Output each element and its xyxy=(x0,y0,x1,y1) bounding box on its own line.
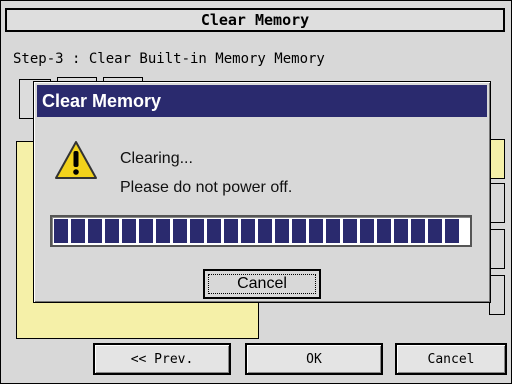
progress-segment xyxy=(258,219,272,243)
right-option-box xyxy=(489,229,505,269)
progress-segment xyxy=(105,219,119,243)
progress-segment xyxy=(309,219,323,243)
progress-segment xyxy=(445,219,459,243)
progress-segment xyxy=(377,219,391,243)
dialog-cancel-button[interactable]: Cancel xyxy=(203,269,321,299)
progress-segment xyxy=(411,219,425,243)
progress-bar xyxy=(50,215,472,247)
step-label: Step-3 : Clear Built-in Memory Memory xyxy=(13,51,325,67)
progress-segment xyxy=(207,219,221,243)
progress-segment xyxy=(394,219,408,243)
dialog-title: Clear Memory xyxy=(37,85,487,117)
warning-icon xyxy=(55,141,97,179)
ok-button[interactable]: OK xyxy=(245,343,383,375)
right-option-box xyxy=(489,275,505,315)
message-clearing: Clearing... xyxy=(120,150,193,167)
progress-segment xyxy=(88,219,102,243)
progress-segment xyxy=(122,219,136,243)
progress-segment xyxy=(156,219,170,243)
message-power-warning: Please do not power off. xyxy=(120,179,293,196)
progress-segment xyxy=(54,219,68,243)
focus-ring xyxy=(208,274,316,294)
cancel-button[interactable]: Cancel xyxy=(395,343,507,375)
progress-segment xyxy=(139,219,153,243)
progress-segment xyxy=(173,219,187,243)
panel-screen: Clear Memory Step-3 : Clear Built-in Mem… xyxy=(0,0,512,384)
progress-segment xyxy=(190,219,204,243)
progress-fill xyxy=(54,219,468,243)
progress-segment xyxy=(326,219,340,243)
progress-segment xyxy=(292,219,306,243)
clear-memory-dialog: Clear Memory Clearing... Please do not p… xyxy=(33,81,491,303)
progress-segment xyxy=(275,219,289,243)
progress-segment xyxy=(360,219,374,243)
progress-segment xyxy=(224,219,238,243)
progress-segment xyxy=(343,219,357,243)
progress-segment xyxy=(71,219,85,243)
prev-button[interactable]: << Prev. xyxy=(93,343,231,375)
screen-title: Clear Memory xyxy=(5,8,505,32)
progress-segment xyxy=(428,219,442,243)
progress-segment xyxy=(241,219,255,243)
right-option-box xyxy=(489,183,505,223)
